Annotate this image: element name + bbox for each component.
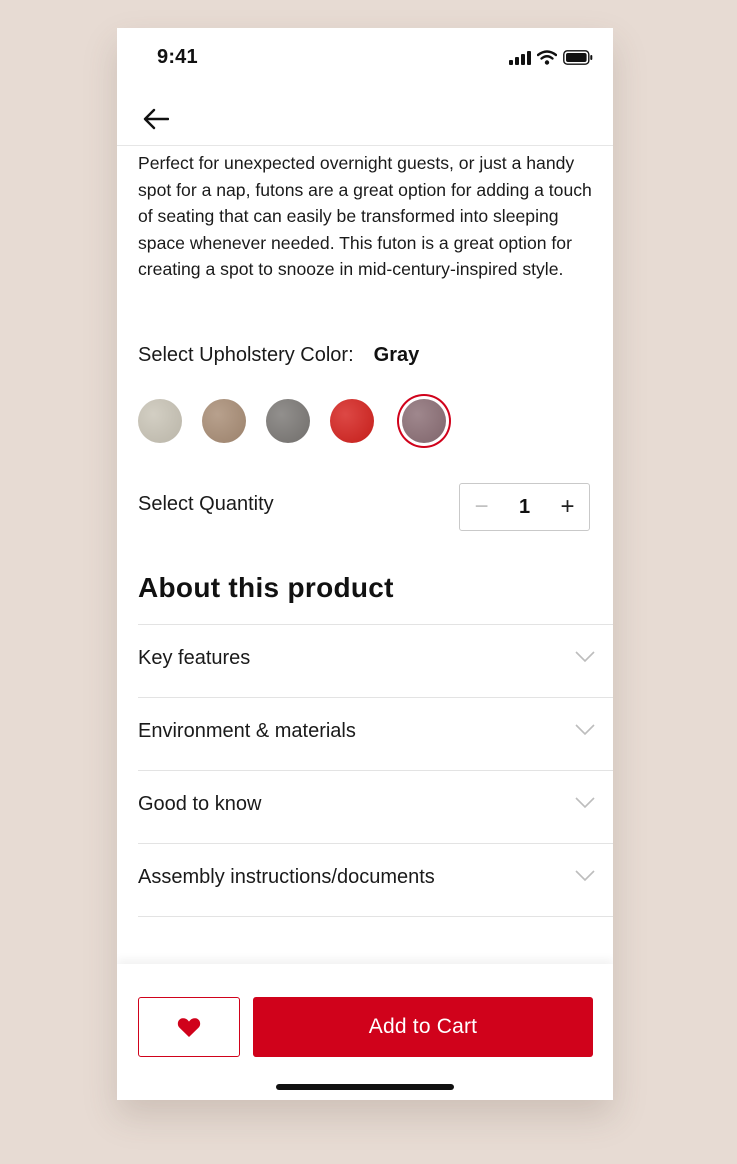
back-arrow-icon [143, 108, 169, 130]
accordion-label: Key features [138, 647, 251, 669]
wishlist-button[interactable] [138, 997, 240, 1057]
swatch-gray[interactable] [266, 399, 310, 443]
status-time: 9:41 [157, 46, 198, 68]
home-indicator [276, 1084, 454, 1090]
quantity-label: Select Quantity [138, 493, 274, 515]
status-icons [509, 50, 593, 65]
chevron-down-icon [575, 870, 595, 882]
add-to-cart-button[interactable]: Add to Cart [253, 997, 593, 1057]
chevron-down-icon [575, 797, 595, 809]
color-swatches [138, 399, 446, 443]
increase-quantity-button[interactable]: + [553, 493, 583, 521]
accordion-key-features[interactable]: Key features [138, 625, 613, 698]
back-button[interactable] [139, 102, 173, 136]
accordion-label: Good to know [138, 793, 262, 815]
accordion-label: Environment & materials [138, 720, 356, 742]
product-description: Perfect for unexpected overnight guests,… [138, 153, 592, 279]
chevron-down-icon [575, 651, 595, 663]
quantity-stepper: − 1 + [459, 483, 590, 531]
accordion-label: Assembly instructions/documents [138, 866, 435, 888]
navigation-bar [117, 96, 613, 146]
battery-icon [563, 50, 593, 65]
about-accordion: Key features Environment & materials Goo… [138, 624, 613, 917]
bottom-action-bar: Add to Cart [117, 964, 613, 1100]
chevron-down-icon [575, 724, 595, 736]
phone-screen: 9:41 Perfect for unexpected overnight gu… [117, 28, 613, 1100]
about-section-title: About this product [138, 572, 394, 603]
selected-color-name: Gray [373, 344, 420, 366]
accordion-assembly-instructions[interactable]: Assembly instructions/documents [138, 844, 613, 917]
accordion-environment-materials[interactable]: Environment & materials [138, 698, 613, 771]
heart-icon [177, 1017, 201, 1037]
color-selector-header: Select Upholstery Color: Gray [138, 344, 419, 374]
status-bar: 9:41 [117, 28, 613, 88]
color-label: Select Upholstery Color: [138, 344, 354, 366]
decrease-quantity-button[interactable]: − [467, 493, 497, 521]
swatch-red[interactable] [330, 399, 374, 443]
cellular-signal-icon [509, 50, 531, 65]
quantity-row: Select Quantity − 1 + [138, 483, 590, 531]
accordion-good-to-know[interactable]: Good to know [138, 771, 613, 844]
swatch-mauve[interactable] [402, 399, 446, 443]
quantity-value: 1 [518, 495, 531, 518]
swatch-tan[interactable] [202, 399, 246, 443]
wifi-icon [537, 50, 557, 65]
swatch-beige[interactable] [138, 399, 182, 443]
